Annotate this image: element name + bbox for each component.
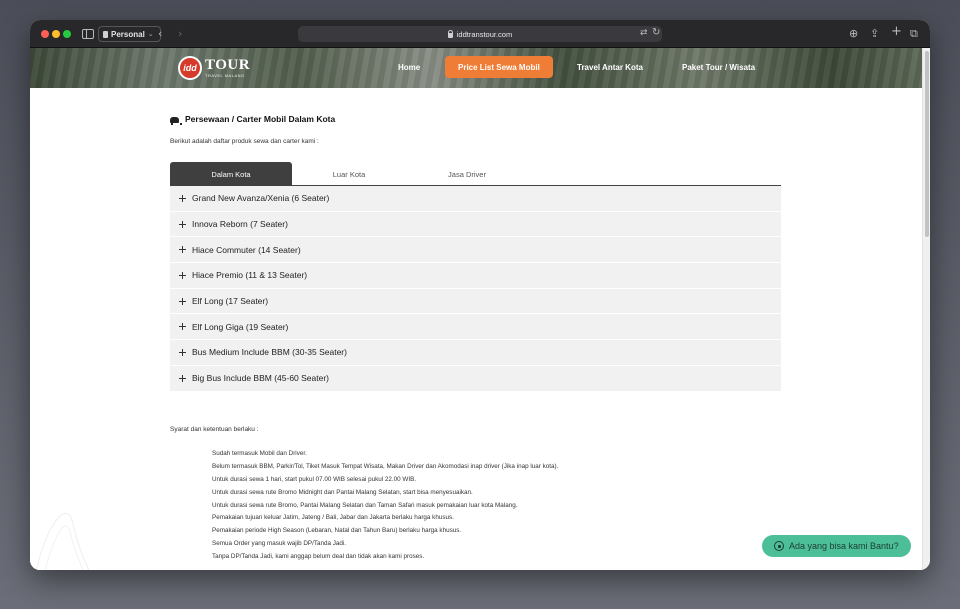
page-title-text: Persewaan / Carter Mobil Dalam Kota [185,114,336,124]
zoom-window-button[interactable] [63,30,71,38]
terms-item: Semua Order yang masuk wajib DP/Tanda Ja… [212,540,347,548]
close-window-button[interactable] [41,30,49,38]
accordion-label: Grand New Avanza/Xenia (6 Seater) [192,193,330,204]
lock-icon [447,29,454,38]
whatsapp-icon [774,541,784,551]
accordion-item[interactable]: Big Bus Include BBM (45-60 Seater) [170,365,781,392]
sidebar-toggle-icon[interactable] [82,29,94,39]
accordion-label: Elf Long (17 Seater) [192,296,269,307]
tab-dalam-kota[interactable]: Dalam Kota [170,162,292,186]
site-logo[interactable]: idd TOUR TRAVEL MALANG [178,55,250,81]
whatsapp-chat-button[interactable]: Ada yang bisa kami Bantu? [762,535,911,557]
site-header: idd TOUR TRAVEL MALANG Home Price List S… [30,48,922,88]
terms-item: Untuk durasi sewa 1 hari, start pukul 07… [212,475,417,483]
vehicle-accordion: Grand New Avanza/Xenia (6 Seater) Innova… [170,186,781,392]
terms-list: Sudah termasuk Mobil dan Driver. Belum t… [212,448,558,564]
forward-arrow-icon[interactable]: › [178,27,182,41]
logo-main-text: TOUR [205,57,251,73]
page-scrollbar[interactable] [922,48,930,570]
back-arrow-icon[interactable]: ‹ [158,27,162,41]
decorative-illustration [35,512,90,570]
accordion-label: Hiace Premio (11 & 13 Seater) [192,270,308,281]
accordion-item[interactable]: Elf Long Giga (19 Seater) [170,314,781,341]
accordion-item[interactable]: Innova Reborn (7 Seater) [170,211,781,238]
terms-item: Untuk durasi sewa rute Bromo, Pantai Mal… [212,501,518,509]
accordion-item[interactable]: Bus Medium Include BBM (30-35 Seater) [170,340,781,366]
terms-item: Tanpa DP/Tanda Jadi, kami anggap belum d… [212,553,425,561]
minimize-window-button[interactable] [52,30,60,38]
url-text: iddtranstour.com [456,29,513,39]
address-bar[interactable]: iddtranstour.com [298,26,662,42]
tab-jasa-driver[interactable]: Jasa Driver [406,162,528,186]
translate-icon[interactable]: ⇄ [640,28,648,38]
accordion-label: Hiace Commuter (14 Seater) [192,244,301,255]
plus-icon [179,194,186,202]
logo-sub-text: TRAVEL MALANG [205,73,245,78]
car-icon [170,117,182,125]
plus-icon [179,246,186,254]
accordion-item[interactable]: Hiace Commuter (14 Seater) [170,237,781,264]
chat-button-label: Ada yang bisa kami Bantu? [789,541,899,551]
accordion-item[interactable]: Grand New Avanza/Xenia (6 Seater) [170,186,781,212]
tab-luar-kota[interactable]: Luar Kota [288,162,410,186]
page-title: Persewaan / Carter Mobil Dalam Kota [170,114,336,125]
profile-label: Personal [111,29,145,39]
nav-price-list[interactable]: Price List Sewa Mobil [445,56,553,78]
plus-icon [179,271,186,279]
terms-item: Pemakaian tujuan keluar Jatim, Jateng / … [212,514,454,522]
reload-icon[interactable]: ↻ [652,27,660,38]
terms-heading: Syarat dan ketentuan berlaku : [170,426,259,433]
plus-icon [179,220,186,228]
nav-travel-antar-kota[interactable]: Travel Antar Kota [577,56,643,78]
nav-home[interactable]: Home [398,56,420,78]
page-content: Persewaan / Carter Mobil Dalam Kota Beri… [30,88,922,570]
plus-icon [179,297,186,305]
new-tab-icon[interactable]: + [891,25,902,39]
plus-icon [179,323,186,331]
accordion-label: Innova Reborn (7 Seater) [192,219,288,230]
download-icon[interactable]: ⊕ [849,27,858,41]
accordion-item[interactable]: Elf Long (17 Seater) [170,288,781,315]
share-icon[interactable]: ⇪ [870,27,879,41]
terms-item: Belum termasuk BBM, Parkir/Tol, Tiket Ma… [212,462,559,470]
logo-badge: idd [178,56,202,80]
browser-window: Personal ⌄ ‹ › iddtranstour.com ⇄ ↻ ⊕ ⇪ … [30,20,930,570]
plus-icon [179,348,186,356]
terms-item: Pemakaian periode High Season (Lebaran, … [212,527,462,535]
accordion-label: Elf Long Giga (19 Seater) [192,321,289,332]
tab-overview-icon[interactable]: ⧉ [910,27,918,41]
browser-toolbar: Personal ⌄ ‹ › iddtranstour.com ⇄ ↻ ⊕ ⇪ … [30,20,930,48]
scrollbar-thumb[interactable] [925,51,929,237]
accordion-label: Bus Medium Include BBM (30-35 Seater) [192,347,347,358]
terms-item: Untuk durasi sewa rute Bromo Midnight da… [212,488,473,496]
accordion-item[interactable]: Hiace Premio (11 & 13 Seater) [170,263,781,289]
intro-text: Berikut adalah daftar produk sewa dan ca… [170,138,319,145]
chevron-down-icon: ⌄ [147,31,154,38]
profile-icon [103,30,108,38]
plus-icon [179,374,186,382]
accordion-label: Big Bus Include BBM (45-60 Seater) [192,373,330,384]
terms-item: Sudah termasuk Mobil dan Driver. [212,450,307,457]
tab-bar: Dalam Kota Luar Kota Jasa Driver [170,162,781,186]
nav-paket-tour[interactable]: Paket Tour / Wisata [682,56,755,78]
profile-switcher[interactable]: Personal ⌄ [98,26,161,42]
